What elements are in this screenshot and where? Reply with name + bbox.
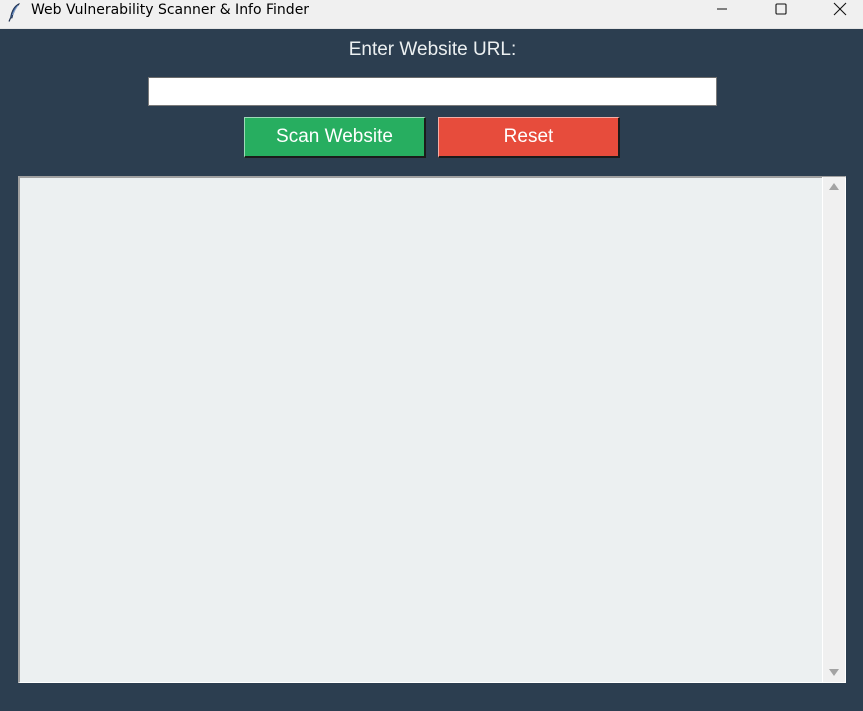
scroll-up-arrow-icon[interactable] <box>829 183 839 190</box>
feather-icon <box>7 2 23 22</box>
window-title: Web Vulnerability Scanner & Info Finder <box>31 2 310 18</box>
output-scrollbar[interactable] <box>822 177 845 682</box>
maximize-icon <box>775 2 787 20</box>
output-text-area[interactable] <box>18 176 846 683</box>
minimize-icon <box>716 2 728 20</box>
maximize-button[interactable] <box>758 0 804 22</box>
scroll-down-arrow-icon[interactable] <box>829 669 839 676</box>
app-window: Web Vulnerability Scanner & Info Finder … <box>0 0 863 711</box>
scan-website-button[interactable]: Scan Website <box>244 117 426 158</box>
output-text <box>22 180 822 680</box>
reset-button[interactable]: Reset <box>438 117 620 158</box>
close-button[interactable] <box>817 0 863 22</box>
minimize-button[interactable] <box>699 0 745 22</box>
reset-label: Reset <box>503 126 554 147</box>
title-bar: Web Vulnerability Scanner & Info Finder <box>0 0 863 29</box>
url-label: Enter Website URL: <box>348 39 517 60</box>
close-icon <box>833 2 847 21</box>
scan-website-label: Scan Website <box>276 126 393 147</box>
url-input[interactable] <box>148 77 717 106</box>
